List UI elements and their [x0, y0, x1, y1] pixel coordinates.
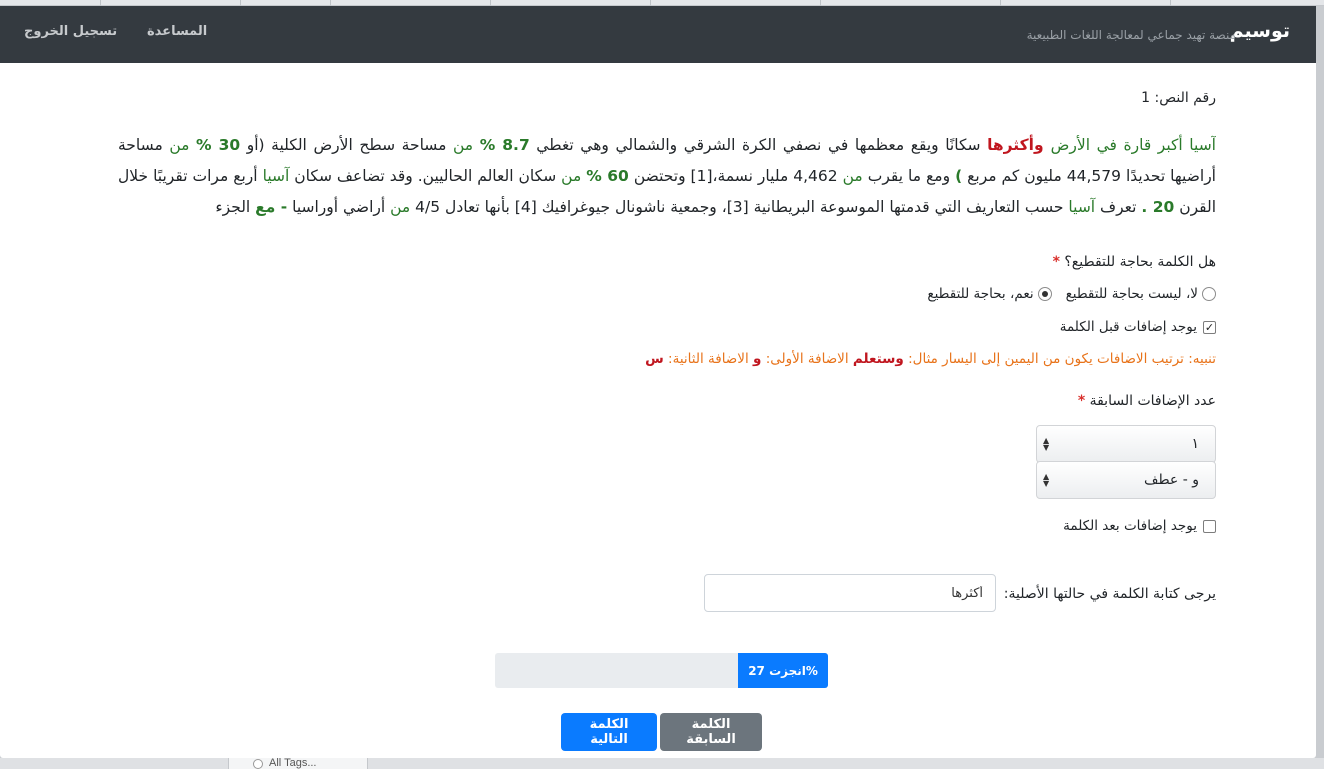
checkbox-checked-icon[interactable]: ✓ — [1203, 320, 1216, 334]
original-word-label: يرجى كتابة الكلمة في حالتها الأصلية: — [1003, 586, 1216, 602]
prefix-type-select[interactable]: و - عطف ▲ ▼ — [1036, 461, 1216, 499]
brand-logo[interactable]: توسيم — [1230, 20, 1290, 42]
select-arrows-icon: ▲ ▼ — [1043, 472, 1050, 488]
suffix-checkbox-row[interactable]: يوجد إضافات بعد الكلمة — [1063, 518, 1216, 534]
segmentation-radio-group: لا، ليست بحاجة للتقطيع نعم، بحاجة للتقطي… — [927, 286, 1216, 302]
ordering-note: تنبيه: ترتيب الاضافات يكون من اليمين إلى… — [645, 351, 1216, 367]
next-word-button[interactable]: الكلمة التالية — [561, 713, 657, 751]
logout-link[interactable]: تسجيل الخروج — [24, 24, 117, 39]
original-word-input[interactable] — [704, 574, 996, 612]
modal-window: توسيم منصة تهيد جماعي لمعالجة اللغات الط… — [0, 6, 1316, 758]
progress-fill: انجزت 27% — [738, 653, 828, 688]
previous-word-button[interactable]: الكلمة السابقة — [660, 713, 762, 751]
passage-text: آسيا أكبر قارة في الأرض وأكثرها سكانًا و… — [118, 136, 1216, 216]
radio-icon — [253, 759, 263, 769]
segmentation-question: هل الكلمة بحاجة للتقطيع؟ * — [1052, 254, 1216, 270]
radio-icon[interactable] — [1202, 287, 1216, 301]
progress-bar: انجزت 27% — [495, 653, 828, 688]
prefix-checkbox-row[interactable]: ✓ يوجد إضافات قبل الكلمة — [1060, 319, 1216, 335]
navbar: توسيم منصة تهيد جماعي لمعالجة اللغات الط… — [0, 6, 1316, 63]
prefix-count-select[interactable]: ١ ▲ ▼ — [1036, 425, 1216, 463]
background-tags-item: All Tags... — [228, 757, 368, 769]
radio-no-segmentation[interactable]: لا، ليست بحاجة للتقطيع — [1066, 286, 1216, 302]
radio-yes-segmentation[interactable]: نعم، بحاجة للتقطيع — [927, 286, 1052, 302]
radio-selected-icon[interactable] — [1037, 287, 1052, 301]
prefix-count-label: عدد الإضافات السابقة * — [1077, 393, 1216, 409]
select-arrows-icon: ▲ ▼ — [1043, 436, 1050, 452]
checkbox-unchecked-icon[interactable] — [1203, 519, 1216, 533]
brand-subtitle: منصة تهيد جماعي لمعالجة اللغات الطبيعية — [1026, 28, 1236, 42]
background-window-bottom — [0, 758, 1324, 769]
help-link[interactable]: المساعدة — [147, 24, 207, 39]
text-number: رقم النص: 1 — [1141, 90, 1216, 106]
